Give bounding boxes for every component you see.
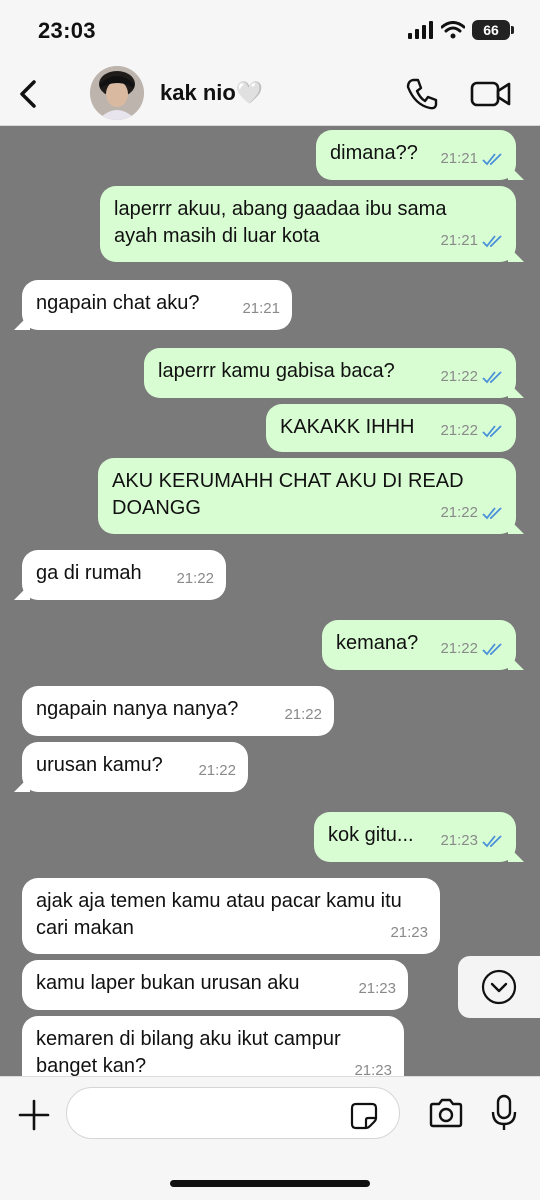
message-list[interactable]: dimana?? 21:21 laperrr akuu, abang gaada… — [0, 126, 540, 1076]
wifi-icon — [441, 21, 465, 39]
message-meta: 21:22 — [284, 701, 322, 728]
chevron-down-circle-icon — [481, 969, 517, 1005]
chat-header: kak nio🤍 — [0, 62, 540, 126]
avatar[interactable] — [90, 66, 144, 120]
camera-icon — [429, 1098, 463, 1128]
message-bubble-outgoing[interactable]: laperrr kamu gabisa baca? 21:22 — [144, 348, 516, 398]
message-meta: 21:23 — [390, 919, 428, 946]
message-bubble-incoming[interactable]: ajak aja temen kamu atau pacar kamu itu … — [22, 878, 440, 954]
message-time: 21:22 — [198, 762, 236, 779]
chevron-left-icon — [20, 80, 36, 108]
message-bubble-incoming[interactable]: kemaren di bilang aku ikut campur banget… — [22, 1016, 404, 1076]
message-meta: 21:22 — [440, 499, 504, 526]
message-time: 21:22 — [440, 422, 478, 439]
signal-icon — [408, 21, 433, 39]
double-check-icon — [482, 234, 502, 247]
message-bubble-outgoing[interactable]: kemana? 21:22 — [322, 620, 516, 670]
status-icons: 66 — [408, 20, 514, 40]
phone-icon — [406, 78, 438, 110]
message-text: kemana? — [336, 632, 419, 654]
message-meta: 21:22 — [440, 635, 504, 662]
message-bubble-incoming[interactable]: ngapain chat aku? 21:21 — [22, 280, 292, 330]
status-bar: 23:03 66 — [0, 0, 540, 62]
message-meta: 21:22 — [176, 565, 214, 592]
message-time: 21:23 — [354, 1062, 392, 1076]
message-meta: 21:22 — [440, 417, 504, 444]
message-bubble-outgoing[interactable]: laperrr akuu, abang gaadaa ibu sama ayah… — [100, 186, 516, 262]
voice-call-button[interactable] — [402, 74, 442, 114]
camera-button[interactable] — [426, 1093, 466, 1133]
video-camera-icon — [470, 81, 511, 107]
message-time: 21:21 — [440, 150, 478, 167]
message-time: 21:23 — [440, 832, 478, 849]
battery-icon: 66 — [472, 20, 514, 40]
double-check-icon — [482, 152, 502, 165]
attach-button[interactable] — [14, 1095, 54, 1135]
message-text: ga di rumah — [36, 562, 142, 584]
message-time: 21:22 — [284, 706, 322, 723]
home-indicator — [170, 1180, 370, 1187]
message-meta: 21:21 — [440, 227, 504, 254]
double-check-icon — [482, 506, 502, 519]
message-time: 21:23 — [358, 980, 396, 997]
message-time: 21:22 — [440, 504, 478, 521]
message-text: ngapain chat aku? — [36, 292, 200, 314]
status-time: 23:03 — [38, 18, 96, 43]
message-bubble-incoming[interactable]: ngapain nanya nanya? 21:22 — [22, 686, 334, 736]
message-text: laperrr kamu gabisa baca? — [158, 360, 395, 382]
message-text: urusan kamu? — [36, 754, 163, 776]
message-text: ajak aja temen kamu atau pacar kamu itu … — [36, 890, 402, 939]
message-meta: 21:23 — [358, 975, 396, 1002]
message-text: kok gitu... — [328, 824, 414, 846]
message-bubble-incoming[interactable]: kamu laper bukan urusan aku 21:23 — [22, 960, 408, 1010]
message-bubble-outgoing[interactable]: dimana?? 21:21 — [316, 130, 516, 180]
message-meta: 21:21 — [242, 295, 280, 322]
message-meta: 21:23 — [354, 1057, 392, 1076]
message-bubble-outgoing[interactable]: KAKAKK IHHH 21:22 — [266, 404, 516, 452]
message-bubble-incoming[interactable]: ga di rumah 21:22 — [22, 550, 226, 600]
scroll-to-bottom-button[interactable] — [458, 956, 540, 1018]
message-time: 21:21 — [440, 232, 478, 249]
message-bubble-incoming[interactable]: urusan kamu? 21:22 — [22, 742, 248, 792]
microphone-icon — [491, 1094, 517, 1130]
message-time: 21:22 — [440, 640, 478, 657]
sticker-icon[interactable] — [350, 1102, 378, 1130]
double-check-icon — [482, 424, 502, 437]
contact-name[interactable]: kak nio🤍 — [160, 80, 263, 106]
plus-icon — [18, 1099, 50, 1131]
message-time: 21:22 — [176, 570, 214, 587]
message-text: kamu laper bukan urusan aku — [36, 972, 300, 994]
message-bubble-outgoing[interactable]: kok gitu... 21:23 — [314, 812, 516, 862]
message-meta: 21:22 — [440, 363, 504, 390]
voice-message-button[interactable] — [486, 1091, 522, 1135]
message-text: kemaren di bilang aku ikut campur banget… — [36, 1028, 341, 1076]
message-text: laperrr akuu, abang gaadaa ibu sama ayah… — [114, 198, 447, 247]
message-time: 21:21 — [242, 300, 280, 317]
message-text: dimana?? — [330, 142, 418, 164]
back-button[interactable] — [8, 72, 48, 116]
double-check-icon — [482, 642, 502, 655]
message-time: 21:22 — [440, 368, 478, 385]
message-meta: 21:23 — [440, 827, 504, 854]
avatar-image — [90, 66, 144, 120]
video-call-button[interactable] — [468, 74, 514, 114]
message-bubble-outgoing[interactable]: AKU KERUMAHH CHAT AKU DI READ DOANGG 21:… — [98, 458, 516, 534]
double-check-icon — [482, 370, 502, 383]
message-meta: 21:21 — [440, 145, 504, 172]
message-meta: 21:22 — [198, 757, 236, 784]
message-time: 21:23 — [390, 924, 428, 941]
message-text: ngapain nanya nanya? — [36, 698, 239, 720]
message-text: KAKAKK IHHH — [280, 416, 415, 438]
double-check-icon — [482, 834, 502, 847]
